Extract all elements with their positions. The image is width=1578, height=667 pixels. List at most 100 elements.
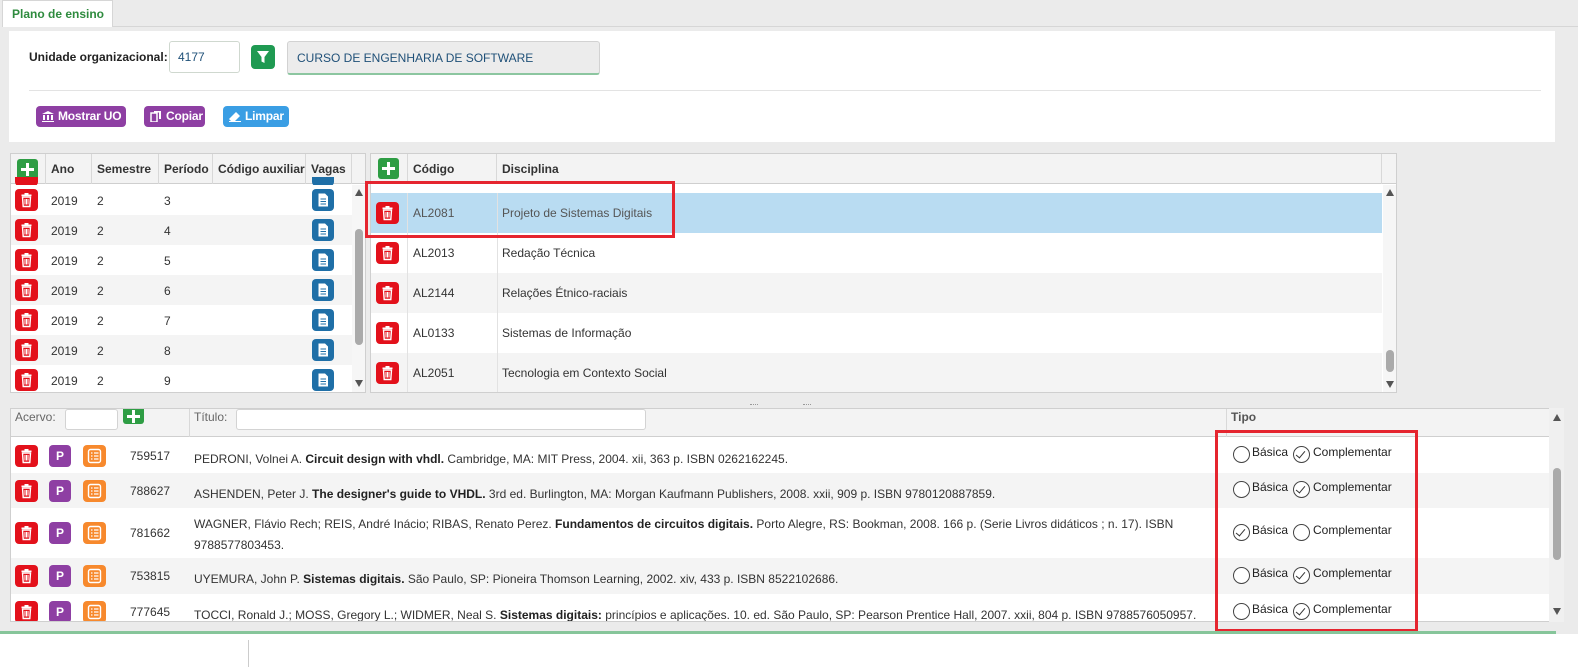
scroll-thumb[interactable] (1386, 350, 1394, 372)
acervo-code: 759517 (130, 449, 171, 463)
delete-reference-button[interactable] (15, 601, 38, 621)
scroll-up-icon[interactable] (1553, 414, 1561, 421)
scroll-thumb[interactable] (1553, 468, 1561, 560)
p-button[interactable]: P (49, 445, 71, 467)
period-ano: 2019 (51, 224, 78, 238)
disciplines-scrollbar[interactable] (1383, 185, 1396, 392)
vagas-button[interactable] (312, 219, 334, 241)
vagas-button[interactable] (312, 369, 334, 391)
delete-discipline-button[interactable] (376, 282, 399, 304)
reference-title: Sistemas digitais. (303, 572, 405, 586)
period-row[interactable]: 2019 2 4 (11, 215, 352, 245)
discipline-row[interactable]: AL2051 Tecnologia em Contexto Social (371, 353, 1382, 392)
details-button[interactable] (83, 601, 106, 621)
details-button[interactable] (83, 480, 106, 502)
discipline-name: Redação Técnica (502, 246, 596, 260)
period-periodo: 7 (164, 314, 171, 328)
filter-button[interactable] (251, 45, 275, 69)
add-discipline-button[interactable] (378, 158, 399, 179)
delete-period-button[interactable] (15, 189, 38, 211)
period-row[interactable]: 2019 2 9 (11, 365, 352, 392)
titulo-input[interactable] (236, 409, 646, 430)
course-name-field: CURSO DE ENGENHARIA DE SOFTWARE (287, 41, 600, 75)
period-row[interactable]: 2019 2 6 (11, 275, 352, 305)
scroll-up-icon[interactable] (1386, 189, 1394, 196)
delete-period-button[interactable] (15, 219, 38, 241)
period-row[interactable]: 2019 2 8 (11, 335, 352, 365)
details-button[interactable] (83, 445, 106, 467)
scroll-down-icon[interactable] (1386, 381, 1394, 388)
delete-period-button[interactable] (15, 369, 38, 391)
vagas-button[interactable] (312, 279, 334, 301)
mostrar-uo-button[interactable]: Mostrar UO (36, 106, 126, 127)
tab-plano-de-ensino[interactable]: Plano de ensino (2, 0, 113, 27)
document-icon (318, 283, 328, 297)
period-row[interactable]: 2019 2 3 (11, 185, 352, 215)
acervo-input[interactable] (65, 409, 118, 430)
vagas-button[interactable] (312, 309, 334, 331)
col-codigo[interactable]: Código (407, 154, 497, 184)
reference-authors: UYEMURA, John P. (194, 572, 304, 586)
col-semestre[interactable]: Semestre (92, 154, 159, 184)
delete-discipline-button[interactable] (376, 362, 399, 384)
row-divider (497, 353, 498, 392)
copy-icon (150, 111, 161, 122)
periods-scrollbar[interactable] (352, 185, 365, 392)
period-ano: 2019 (51, 254, 78, 268)
discipline-row[interactable]: AL2144 Relações Étnico-raciais (371, 273, 1382, 313)
delete-period-button[interactable] (15, 279, 38, 301)
period-ano: 2019 (51, 314, 78, 328)
discipline-row[interactable]: AL2013 Redação Técnica (371, 233, 1382, 273)
details-button[interactable] (83, 522, 106, 544)
period-periodo: 6 (164, 284, 171, 298)
period-semestre: 2 (97, 254, 104, 268)
scroll-down-icon[interactable] (355, 380, 363, 387)
unidade-input[interactable]: 4177 (169, 41, 240, 73)
delete-reference-button[interactable] (15, 522, 38, 544)
period-periodo: 5 (164, 254, 171, 268)
list-icon (87, 483, 102, 499)
vagas-button[interactable] (312, 189, 334, 211)
reference-details: São Paulo, SP: Pioneira Thomson Learning… (404, 572, 839, 586)
delete-reference-button[interactable] (15, 565, 38, 587)
p-button[interactable]: P (49, 480, 71, 502)
p-button[interactable]: P (49, 522, 71, 544)
bibliography-scrollbar[interactable] (1549, 408, 1564, 622)
copiar-button[interactable]: Copiar (144, 106, 205, 127)
delete-period-button[interactable] (15, 309, 38, 331)
details-button[interactable] (83, 565, 106, 587)
col-periodo[interactable]: Período (159, 154, 213, 184)
document-icon (318, 373, 328, 387)
reference-details: princípios e aplicações. 10. ed. São Pau… (601, 608, 1197, 622)
period-semestre: 2 (97, 344, 104, 358)
trash-icon (21, 283, 32, 298)
limpar-button[interactable]: Limpar (223, 106, 289, 127)
period-periodo: 9 (164, 374, 171, 388)
scroll-up-icon[interactable] (355, 189, 363, 196)
period-row[interactable]: 2019 2 7 (11, 305, 352, 335)
discipline-codigo: AL0133 (413, 326, 455, 340)
list-icon (87, 604, 102, 620)
trash-icon (382, 366, 393, 381)
vagas-button[interactable] (312, 339, 334, 361)
vagas-button[interactable] (312, 249, 334, 271)
delete-period-button[interactable] (15, 339, 38, 361)
list-icon (87, 448, 102, 464)
delete-reference-button[interactable] (15, 480, 38, 502)
delete-reference-button[interactable] (15, 445, 38, 467)
trash-icon (21, 313, 32, 328)
period-row[interactable]: 2019 2 5 (11, 245, 352, 275)
p-button[interactable]: P (49, 601, 71, 621)
period-periodo: 8 (164, 344, 171, 358)
delete-discipline-button[interactable] (376, 242, 399, 264)
scroll-thumb[interactable] (355, 229, 363, 345)
delete-period-button[interactable] (15, 249, 38, 271)
scroll-down-icon[interactable] (1553, 608, 1561, 615)
col-disciplina[interactable]: Disciplina (497, 154, 1382, 184)
add-acervo-button[interactable] (123, 409, 144, 424)
p-button[interactable]: P (49, 565, 71, 587)
col-ano[interactable]: Ano (45, 154, 92, 184)
discipline-row[interactable]: AL0133 Sistemas de Informação (371, 313, 1382, 353)
col-codigo-auxiliar[interactable]: Código auxiliar (213, 154, 306, 184)
delete-discipline-button[interactable] (376, 322, 399, 344)
